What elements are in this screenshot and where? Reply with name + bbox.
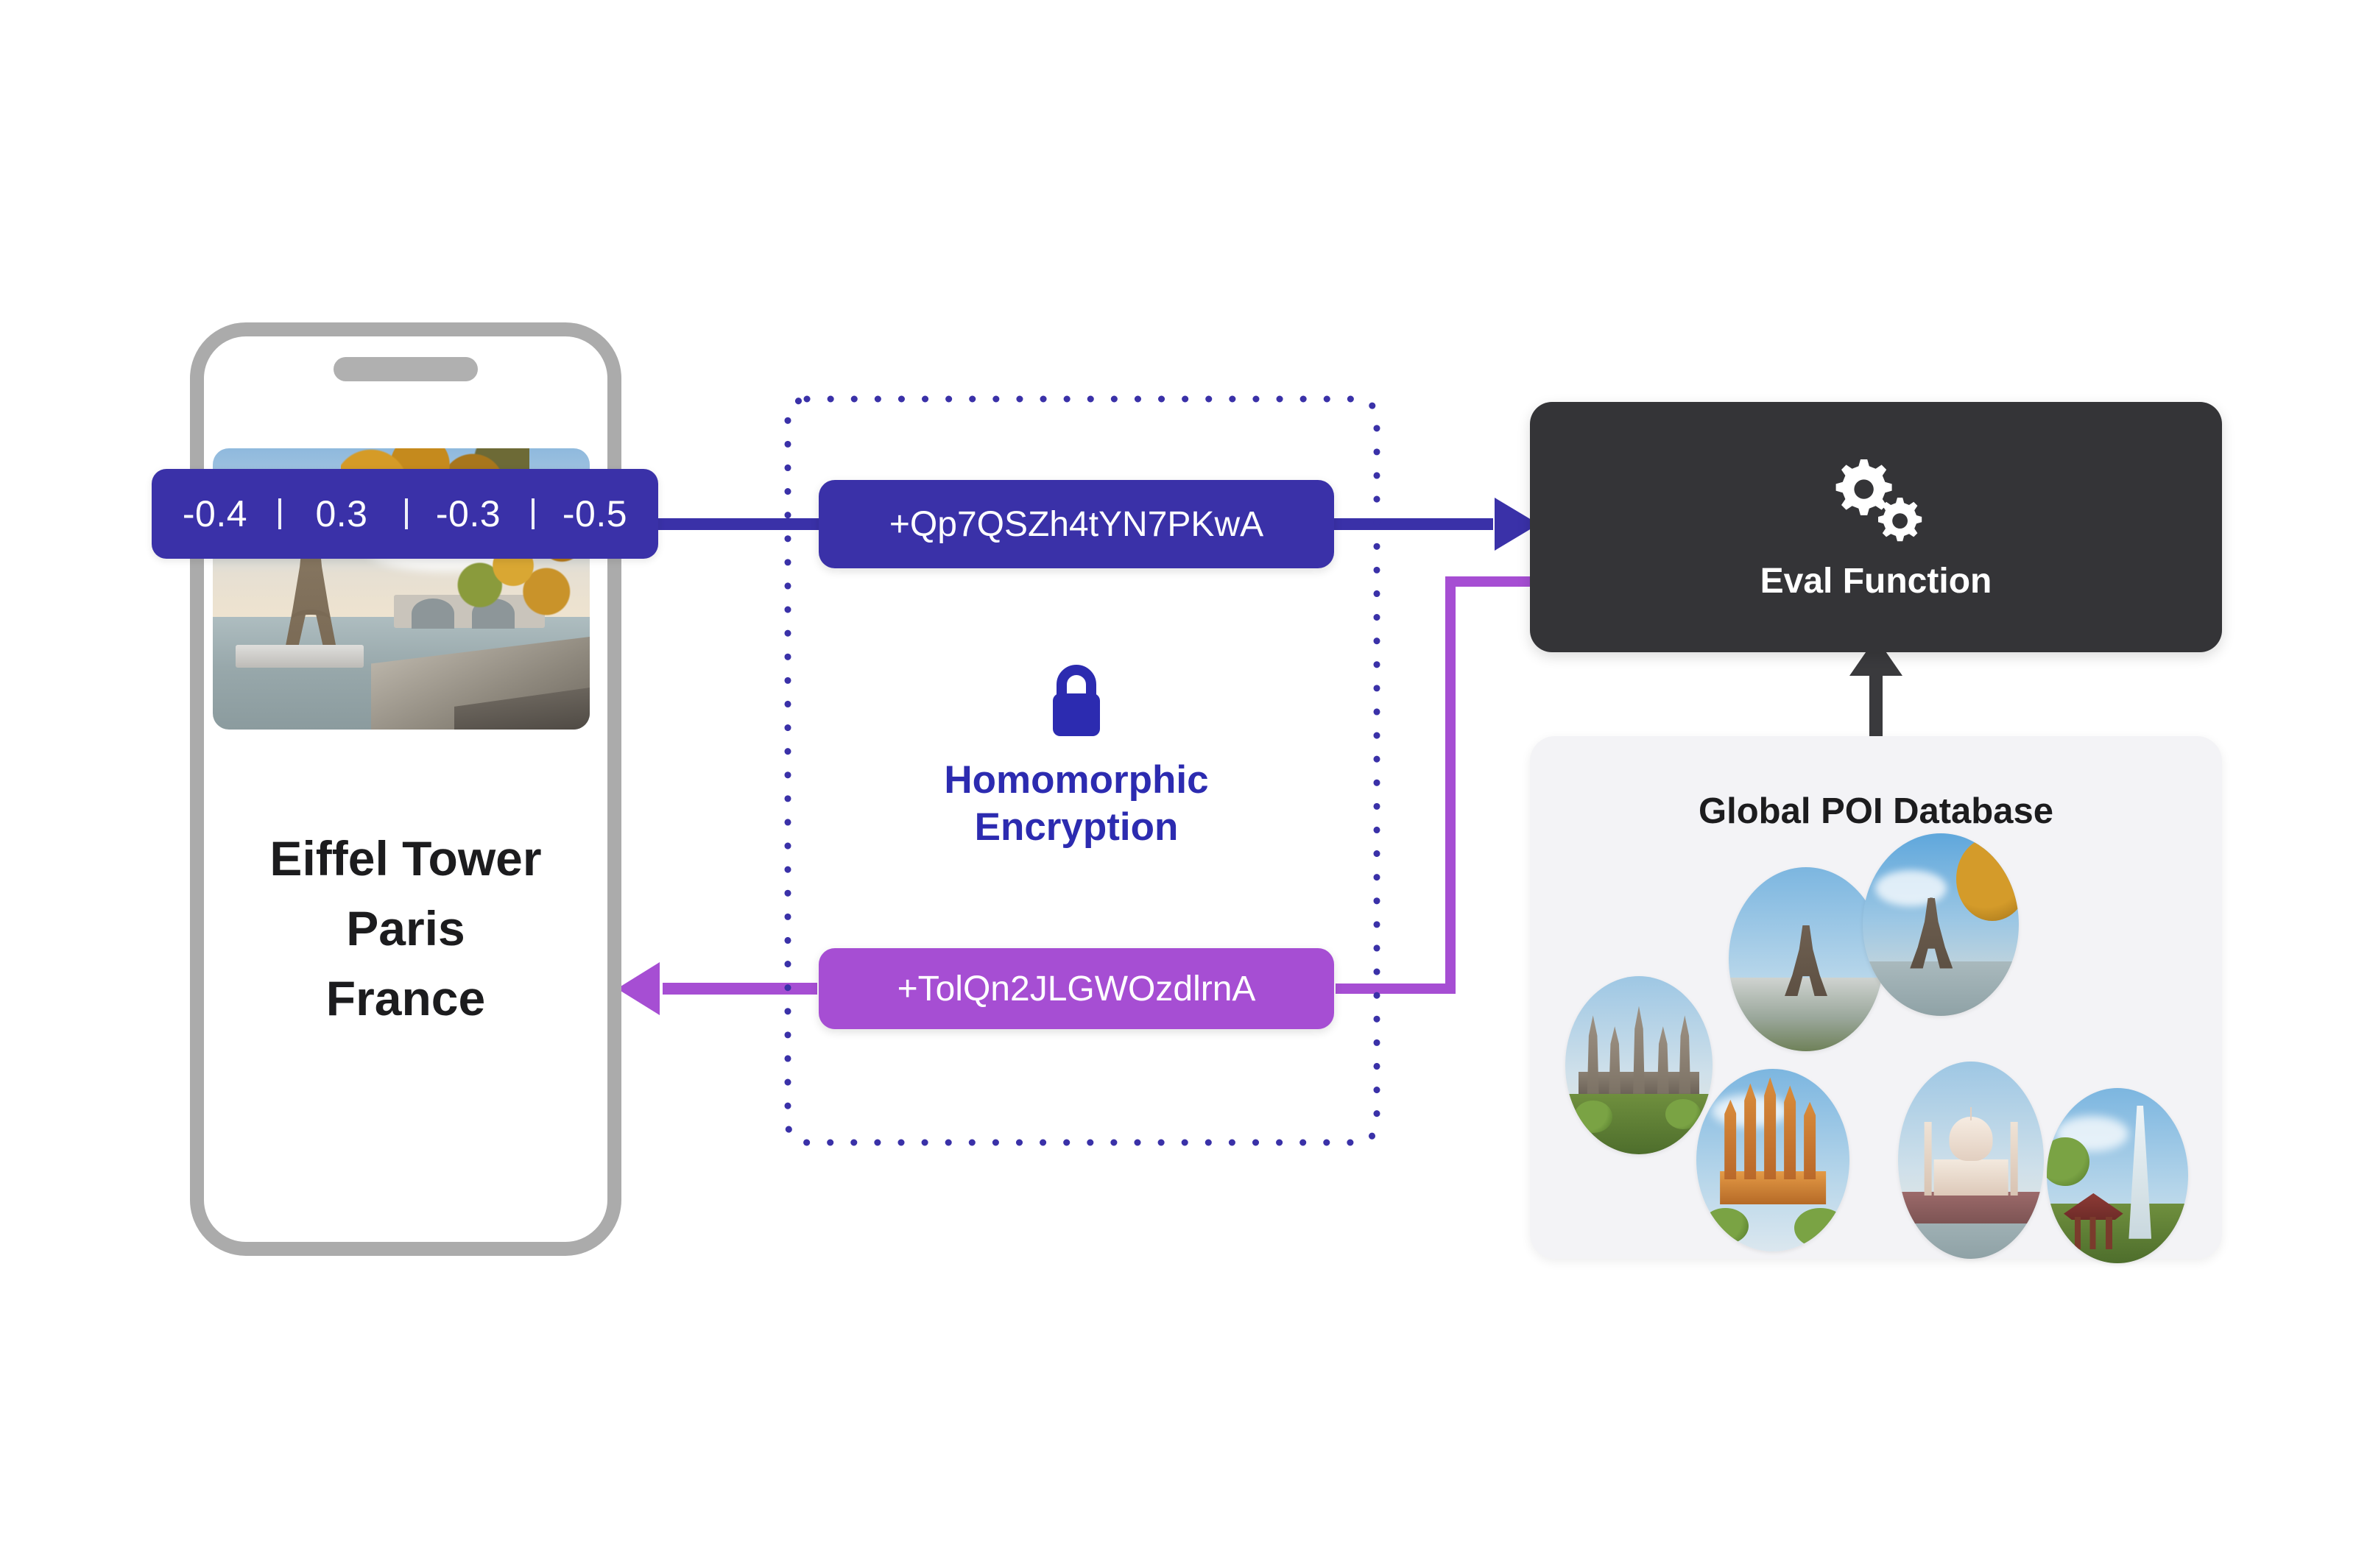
encryption-label-text: Homomorphic Encryption xyxy=(944,758,1209,849)
embedding-value-0: -0.4 xyxy=(182,493,248,534)
phone-mockup: Eiffel Tower Paris France xyxy=(190,322,621,1256)
poi-item-eiffel-tower-aerial xyxy=(1729,867,1883,1051)
gears-icon xyxy=(1835,459,1922,541)
poi-item-lotte-world-tower xyxy=(2047,1088,2188,1263)
poi-item-sagrada-familia xyxy=(1696,1069,1849,1251)
speaker-pill xyxy=(334,357,478,381)
sagrada-familia-icon xyxy=(1718,1077,1828,1204)
landmark-caption: Eiffel Tower Paris France xyxy=(269,831,542,1026)
diagram-canvas: Eiffel Tower Paris France -0.4 0.3 -0.3 … xyxy=(0,0,2356,1568)
arrowhead-response-to-phone xyxy=(617,962,660,1015)
embedding-value-3: -0.5 xyxy=(532,492,658,535)
poi-item-taj-mahal xyxy=(1898,1062,2044,1259)
homomorphic-encryption-label: Homomorphic Encryption xyxy=(819,663,1334,850)
embedding-value-2: -0.3 xyxy=(405,492,532,535)
embedding-value-1: 0.3 xyxy=(278,492,405,535)
poi-database-title: Global POI Database xyxy=(1699,791,2053,831)
angkor-wat-icon xyxy=(1579,1006,1699,1094)
poi-item-eiffel-tower-autumn xyxy=(1863,833,2019,1016)
poi-item-angkor-wat xyxy=(1565,976,1713,1154)
global-poi-database-panel: Global POI Database xyxy=(1530,736,2222,1263)
eval-function-label: Eval Function xyxy=(1760,561,1992,601)
lock-icon xyxy=(1053,665,1100,736)
taj-mahal-icon xyxy=(1924,1117,2018,1196)
eval-function-box: Eval Function xyxy=(1530,402,2222,652)
ciphertext-response-badge: +TolQn2JLGWOzdlrnA xyxy=(819,948,1334,1029)
ciphertext-request-badge: +Qp7QSZh4tYN7PKwA xyxy=(819,480,1334,568)
embedding-vector-badge: -0.4 0.3 -0.3 -0.5 xyxy=(152,469,658,559)
pagoda-icon xyxy=(2064,1193,2123,1249)
river-boats xyxy=(235,645,364,668)
